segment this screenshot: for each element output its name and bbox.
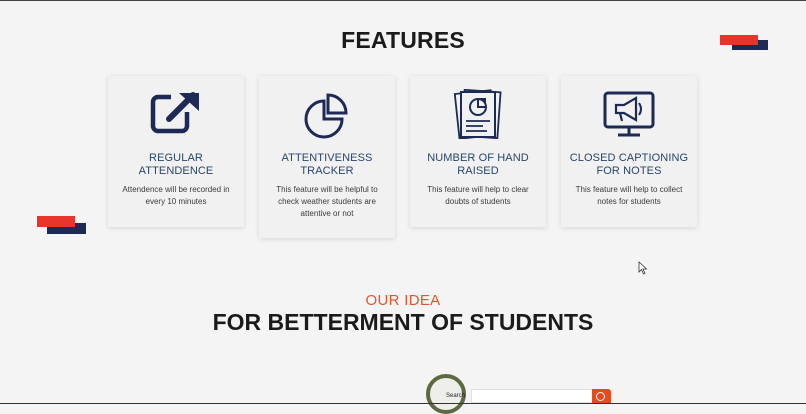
features-heading: FEATURES xyxy=(341,27,465,53)
feature-description: This feature will help to clear doubts o… xyxy=(427,185,529,206)
decor-bars-left xyxy=(37,216,87,234)
idea-kicker: OUR IDEA xyxy=(365,292,441,309)
feature-description: This feature will help to collect notes … xyxy=(575,185,683,206)
decor-bars-top-right xyxy=(720,35,770,51)
features-grid: REGULAR ATTENDENCE Attendence will be re… xyxy=(108,76,698,241)
external-link-icon xyxy=(149,89,203,139)
pie-chart-icon xyxy=(300,89,354,139)
search-label: Search xyxy=(446,393,466,399)
feature-title: ATTENTIVENESS TRACKER xyxy=(281,152,373,177)
report-document-icon xyxy=(451,89,505,139)
search-input[interactable] xyxy=(471,389,593,403)
megaphone-monitor-icon xyxy=(602,89,656,139)
idea-heading: FOR BETTERMENT OF STUDENTS xyxy=(212,309,594,335)
search-button[interactable] xyxy=(592,389,611,404)
feature-title: CLOSED CAPTIONING FOR NOTES xyxy=(569,152,689,177)
search-icon xyxy=(596,392,605,401)
feature-description: This feature will be helpful to check we… xyxy=(276,185,378,218)
feature-card-attendance: REGULAR ATTENDENCE Attendence will be re… xyxy=(108,76,244,227)
feature-card-attentiveness: ATTENTIVENESS TRACKER This feature will … xyxy=(259,76,395,238)
feature-title: REGULAR ATTENDENCE xyxy=(138,152,214,177)
feature-title: NUMBER OF HAND RAISED xyxy=(427,152,529,177)
feature-description: Attendence will be recorded in every 10 … xyxy=(122,185,230,206)
top-border xyxy=(0,0,806,1)
feature-card-captioning: CLOSED CAPTIONING FOR NOTES This feature… xyxy=(561,76,697,227)
feature-card-hand-raised: NUMBER OF HAND RAISED This feature will … xyxy=(410,76,546,227)
mouse-cursor-icon xyxy=(638,261,648,275)
